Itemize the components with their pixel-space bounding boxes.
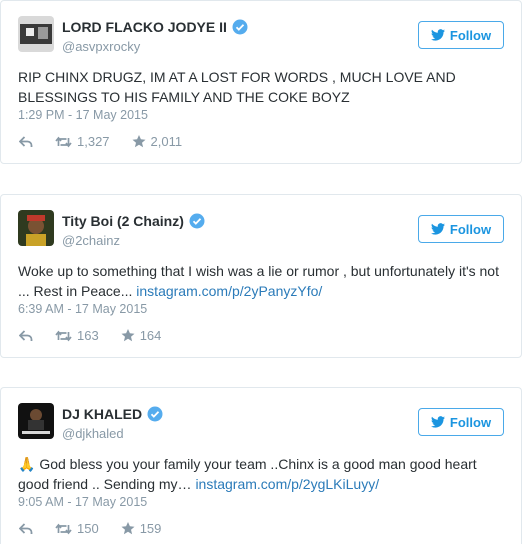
tweet-body: RIP CHINX DRUGZ, IM AT A LOST FOR WORDS … [18,69,456,105]
like-count: 164 [139,328,162,343]
verified-badge-icon [189,213,205,229]
retweet-button[interactable]: 1,327 [55,134,110,149]
reply-button[interactable] [19,135,33,148]
twitter-bird-icon [430,29,445,41]
tweet-actions: 150 159 [19,521,183,536]
tweet-link[interactable]: instagram.com/p/2ygLKiLuyy/ [195,476,379,492]
user-handle[interactable]: @2chainz [62,233,120,248]
user-handle[interactable]: @asvpxrocky [62,39,140,54]
timestamp[interactable]: 9:05 AM - 17 May 2015 [18,495,147,509]
tweet-text: Woke up to something that I wish was a l… [18,261,503,301]
follow-label: Follow [449,27,492,43]
like-button[interactable]: 164 [121,328,162,343]
follow-label: Follow [449,221,492,237]
reply-icon [19,135,33,147]
retweet-count: 150 [77,521,99,536]
tweet-actions: 1,327 2,011 [19,134,204,149]
retweet-icon [55,330,72,341]
retweet-icon [55,523,72,534]
user-name[interactable]: Tity Boi (2 Chainz) [62,213,205,229]
avatar[interactable] [18,403,54,439]
timestamp[interactable]: 1:29 PM - 17 May 2015 [18,108,148,122]
star-icon [121,522,135,535]
twitter-bird-icon [430,416,445,428]
follow-button[interactable]: Follow [418,215,504,243]
verified-badge-icon [232,19,248,35]
like-button[interactable]: 159 [121,521,162,536]
follow-button[interactable]: Follow [418,408,504,436]
tweet-card: DJ KHALED @djkhaled Follow 🙏 God bless y… [0,387,522,544]
star-icon [132,135,146,148]
verified-badge-icon [147,406,163,422]
reply-button[interactable] [19,329,33,342]
user-handle[interactable]: @djkhaled [62,426,124,441]
like-count: 159 [139,521,162,536]
follow-button[interactable]: Follow [418,21,504,49]
retweet-count: 1,327 [77,134,110,149]
reply-icon [19,522,33,534]
pray-emoji-icon: 🙏 [18,456,36,472]
reply-button[interactable] [19,522,33,535]
tweet-text: 🙏 God bless you your family your team ..… [18,454,503,494]
reply-icon [19,329,33,341]
timestamp[interactable]: 6:39 AM - 17 May 2015 [18,302,147,316]
tweet-card: Tity Boi (2 Chainz) @2chainz Follow Woke… [0,194,522,358]
tweet-link[interactable]: instagram.com/p/2yPanyzYfo/ [136,283,322,299]
tweet-actions: 163 164 [19,328,183,343]
retweet-icon [55,136,72,147]
user-name[interactable]: LORD FLACKO JODYE II [62,19,248,35]
avatar[interactable] [18,210,54,246]
star-icon [121,329,135,342]
twitter-bird-icon [430,223,445,235]
retweet-button[interactable]: 150 [55,521,99,536]
like-count: 2,011 [150,134,183,149]
tweet-text: RIP CHINX DRUGZ, IM AT A LOST FOR WORDS … [18,67,503,107]
avatar[interactable] [18,16,54,52]
user-name[interactable]: DJ KHALED [62,406,163,422]
like-button[interactable]: 2,011 [132,134,183,149]
retweet-button[interactable]: 163 [55,328,99,343]
follow-label: Follow [449,414,492,430]
tweet-card: LORD FLACKO JODYE II @asvpxrocky Follow … [0,0,522,164]
retweet-count: 163 [77,328,99,343]
